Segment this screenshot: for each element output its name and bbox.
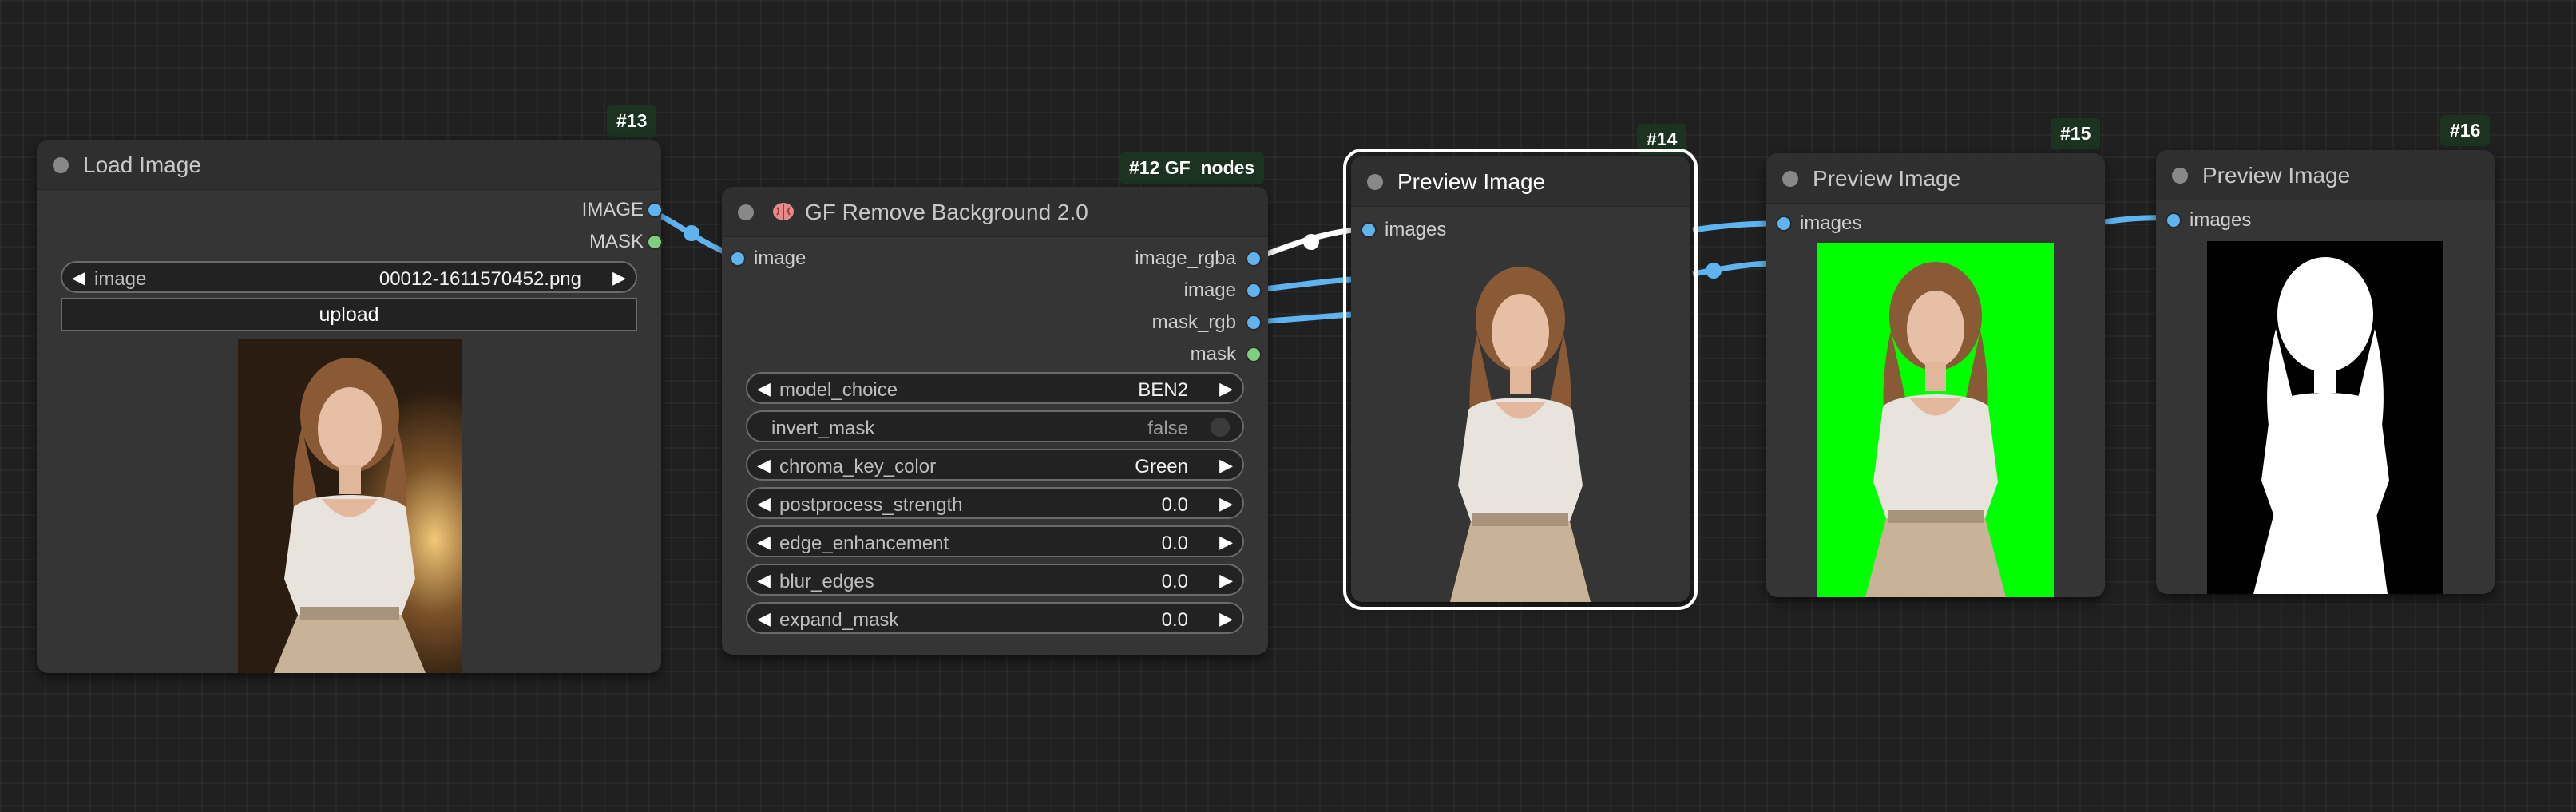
widget-value: 0.0 [1161,571,1188,592]
model-choice-combo[interactable]: ◀ model_choice BEN2 ▶ [746,372,1244,404]
increment-arrow-icon[interactable]: ▶ [1219,532,1233,553]
preview-image-node-15[interactable]: Preview Image images [1766,153,2105,597]
output-label-mask: mask [1190,343,1236,365]
widget-value: 0.0 [1161,494,1188,516]
node-id-badge: #12 GF_nodes [1120,152,1265,184]
output-label-image-rgba: image_rgba [1135,248,1236,269]
widget-label: invert_mask [771,418,875,439]
node-id-badge: #14 [1637,124,1687,155]
combo-left-arrow-icon[interactable]: ◀ [72,267,85,288]
node-title: Preview Image [1813,166,1961,191]
wire-midpoint-dot [684,225,699,241]
input-slot-image[interactable] [730,251,746,267]
node-header[interactable]: Preview Image [1351,156,1690,207]
node-title: Load Image [83,152,201,177]
combo-left-arrow-icon[interactable]: ◀ [757,378,771,399]
increment-arrow-icon[interactable]: ▶ [1219,570,1233,591]
node-header[interactable]: GF Remove Background 2.0 [722,187,1268,237]
widget-value: false [1147,418,1188,439]
output-label-image: image [1183,279,1236,301]
widget-value: 0.0 [1161,609,1188,631]
decrement-arrow-icon[interactable]: ◀ [757,532,771,553]
node-id-badge: #16 [2440,115,2491,146]
output-slot-mask-rgb[interactable] [1246,315,1262,331]
collapse-dot-icon[interactable] [1782,171,1798,187]
node-title: GF Remove Background 2.0 [805,200,1088,224]
widget-label: image [94,268,147,290]
input-slot-images[interactable] [1361,222,1377,238]
widget-label: chroma_key_color [779,456,937,477]
widget-value: 0.0 [1161,533,1188,554]
combo-right-arrow-icon[interactable]: ▶ [612,267,626,288]
input-slot-images[interactable] [1776,216,1792,232]
node-header[interactable]: Preview Image [1766,153,2105,204]
combo-right-arrow-icon[interactable]: ▶ [1219,455,1233,476]
mask-image [2207,241,2443,594]
output-slot-mask[interactable] [1246,347,1262,362]
widget-label: model_choice [779,379,898,401]
widget-label: edge_enhancement [779,533,949,554]
wire-midpoint-dot [1706,263,1722,279]
upload-button[interactable]: upload [61,298,637,331]
output-slot-image[interactable] [1246,283,1262,299]
node-id-badge: #15 [2051,118,2101,149]
input-label-image: image [754,248,806,269]
portrait-photo [238,339,462,673]
combo-right-arrow-icon[interactable]: ▶ [1219,378,1233,399]
blur-edges-number[interactable]: ◀ blur_edges 0.0 ▶ [746,564,1244,596]
invert-mask-toggle[interactable]: invert_mask false [746,410,1244,442]
output-label-image: IMAGE [581,199,644,220]
input-label-images: images [1800,212,1862,234]
node-title: Preview Image [1397,169,1546,194]
wire-midpoint-dot [1303,234,1319,250]
increment-arrow-icon[interactable]: ▶ [1219,608,1233,629]
node-title: Preview Image [2202,163,2351,188]
input-slot-images[interactable] [2166,212,2182,228]
widget-label: expand_mask [779,609,899,631]
green-background-photo [1817,243,2054,597]
combo-left-arrow-icon[interactable]: ◀ [757,455,771,476]
widget-value: Green [1135,456,1188,477]
load-image-node[interactable]: Load Image IMAGE MASK ◀ image 00012-1611… [37,140,663,673]
wire-maskrgb-to-preview16 [1256,311,1352,325]
wire-image-to-preview15 [1256,276,1352,293]
decrement-arrow-icon[interactable]: ◀ [757,493,771,514]
increment-arrow-icon[interactable]: ▶ [1219,493,1233,514]
green-screen-image [1817,243,2054,597]
output-slot-mask[interactable] [647,234,663,250]
remove-background-node[interactable]: GF Remove Background 2.0 image image_rgb… [722,187,1268,655]
widget-value: BEN2 [1138,379,1188,401]
decrement-arrow-icon[interactable]: ◀ [757,608,771,629]
output-label-mask: MASK [589,231,644,252]
node-header[interactable]: Preview Image [2156,150,2495,200]
silhouette-mask [2207,241,2443,594]
decrement-arrow-icon[interactable]: ◀ [757,570,771,591]
brain-icon [771,200,795,223]
collapse-dot-icon[interactable] [2172,168,2188,184]
input-label-images: images [2190,209,2252,231]
toggle-knob[interactable] [1211,418,1230,437]
postprocess-strength-number[interactable]: ◀ postprocess_strength 0.0 ▶ [746,487,1244,519]
preview-image-node-16[interactable]: Preview Image images [2156,150,2495,594]
output-slot-image-rgba[interactable] [1246,251,1262,267]
input-label-images: images [1385,219,1447,240]
cutout-photo [1425,246,1616,602]
output-slot-image[interactable] [647,202,663,218]
expand-mask-number[interactable]: ◀ expand_mask 0.0 ▶ [746,602,1244,634]
collapse-dot-icon[interactable] [738,204,754,220]
widget-value: 00012-1611570452.png [378,268,581,290]
preview-image-node-14[interactable]: Preview Image images [1343,149,1698,610]
widget-label: postprocess_strength [779,494,963,516]
output-label-mask-rgb: mask_rgb [1151,311,1236,333]
loaded-image-preview [238,339,462,673]
edge-enhancement-number[interactable]: ◀ edge_enhancement 0.0 ▶ [746,525,1244,557]
chroma-key-color-combo[interactable]: ◀ chroma_key_color Green ▶ [746,449,1244,481]
collapse-dot-icon[interactable] [53,157,69,173]
node-header[interactable]: Load Image [37,140,661,190]
node-id-badge: #13 [607,105,657,137]
image-file-combo[interactable]: ◀ image 00012-1611570452.png ▶ [61,261,637,293]
collapse-dot-icon[interactable] [1367,174,1383,190]
preview-output-image [1425,246,1616,602]
widget-label: blur_edges [779,571,874,592]
